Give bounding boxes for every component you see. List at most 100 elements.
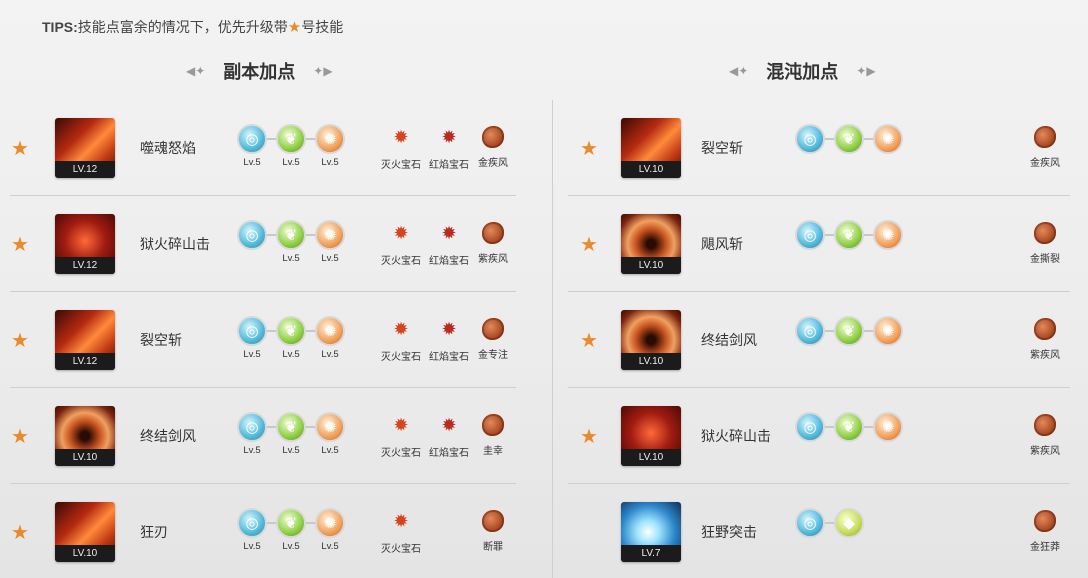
rune-slot[interactable]: ❦ Lv.5 [276, 124, 306, 168]
rune-green-icon[interactable]: ❦ [276, 412, 306, 442]
rune-orange-icon[interactable]: ✺ [315, 316, 345, 346]
skill-row[interactable]: ★ LV.12 噬魂怒焰 ◎ Lv.5 ❦ Lv.5 ✺ Lv.5 ✹ 灭火宝石 ✹ 红焰宝石 金疾风 [10, 100, 516, 196]
rune-green-icon[interactable]: ❦ [834, 124, 864, 154]
emblem-icon[interactable] [482, 222, 504, 244]
rune-slot[interactable]: ◎ Lv.5 [237, 316, 267, 360]
skill-row[interactable]: ★ LV.10 终结剑风 ◎ Lv.5 ❦ Lv.5 ✺ Lv.5 ✹ 灭火宝石 ✹ 红焰宝石 圭幸 [10, 388, 516, 484]
emblem-icon[interactable] [482, 318, 504, 340]
emblem-slot[interactable]: 紫疾风 [1021, 414, 1069, 457]
emblem-slot[interactable]: 断罪 [469, 510, 517, 553]
rune-green-icon[interactable]: ❦ [834, 412, 864, 442]
skill-icon[interactable]: LV.10 [55, 406, 115, 466]
gem-red-icon[interactable]: ✹ [437, 222, 461, 246]
emblem-slot[interactable]: 金疾风 [469, 126, 517, 169]
skill-icon[interactable]: LV.10 [621, 214, 681, 274]
rune-green-icon[interactable]: ❦ [276, 508, 306, 538]
skill-row[interactable]: ★ LV.12 裂空斩 ◎ Lv.5 ❦ Lv.5 ✺ Lv.5 ✹ 灭火宝石 ✹ 红焰宝石 金专注 [10, 292, 516, 388]
emblem-slot[interactable]: 金疾风 [1021, 126, 1069, 169]
skill-row[interactable]: ★ LV.10 终结剑风 ◎ ❦ ✺ 紫疾风 [568, 292, 1070, 388]
emblem-icon[interactable] [1034, 318, 1056, 340]
rune-slot[interactable]: ❦ [834, 316, 864, 346]
rune-orange-icon[interactable]: ✺ [315, 124, 345, 154]
gem-red-icon[interactable]: ✹ [437, 126, 461, 150]
gem-fire-icon[interactable]: ✹ [389, 510, 413, 534]
gem-slot[interactable]: ✹ 灭火宝石 [377, 510, 425, 556]
rune-slot[interactable]: ◎ [795, 124, 825, 154]
emblem-icon[interactable] [482, 414, 504, 436]
gem-slot[interactable]: ✹ 红焰宝石 [425, 318, 473, 364]
rune-blue-icon[interactable]: ◎ [237, 220, 267, 250]
rune-blue-icon[interactable]: ◎ [237, 412, 267, 442]
skill-icon[interactable]: LV.10 [621, 406, 681, 466]
rune-slot[interactable]: ✺ [873, 316, 903, 346]
rune-orange-icon[interactable]: ✺ [873, 220, 903, 250]
gem-slot[interactable]: ✹ 红焰宝石 [425, 126, 473, 172]
gem-red-icon[interactable]: ✹ [437, 414, 461, 438]
rune-slot[interactable]: ❦ Lv.5 [276, 220, 306, 264]
skill-row[interactable]: LV.7 狂野突击 ◎ ◆ 金狂莽 [568, 484, 1070, 578]
gem-fire-icon[interactable]: ✹ [389, 318, 413, 342]
emblem-slot[interactable]: 金撕裂 [1021, 222, 1069, 265]
rune-slot[interactable]: ◎ Lv.5 [237, 124, 267, 168]
skill-icon[interactable]: LV.10 [621, 310, 681, 370]
gem-red-icon[interactable]: ✹ [437, 318, 461, 342]
rune-slot[interactable]: ✺ [873, 124, 903, 154]
rune-slot[interactable]: ❦ [834, 220, 864, 250]
gem-slot[interactable]: ✹ 红焰宝石 [425, 414, 473, 460]
emblem-slot[interactable]: 圭幸 [469, 414, 517, 457]
rune-slot[interactable]: ❦ [834, 412, 864, 442]
rune-slot[interactable]: ✺ Lv.5 [315, 124, 345, 168]
rune-green-icon[interactable]: ❦ [834, 316, 864, 346]
skill-icon[interactable]: LV.12 [55, 118, 115, 178]
rune-slot[interactable]: ◆ [834, 508, 864, 538]
rune-blue-icon[interactable]: ◎ [795, 124, 825, 154]
rune-slot[interactable]: ◎ [795, 412, 825, 442]
rune-orange-icon[interactable]: ✺ [873, 412, 903, 442]
emblem-icon[interactable] [1034, 222, 1056, 244]
rune-slot[interactable]: ◎ [237, 220, 267, 253]
gem-slot[interactable]: ✹ 红焰宝石 [425, 222, 473, 268]
gem-fire-icon[interactable]: ✹ [389, 222, 413, 246]
emblem-slot[interactable]: 紫疾风 [1021, 318, 1069, 361]
skill-icon[interactable]: LV.12 [55, 310, 115, 370]
rune-blue-icon[interactable]: ◎ [795, 316, 825, 346]
skill-row[interactable]: ★ LV.10 飓风斩 ◎ ❦ ✺ 金撕裂 [568, 196, 1070, 292]
skill-row[interactable]: ★ LV.10 裂空斩 ◎ ❦ ✺ 金疾风 [568, 100, 1070, 196]
rune-slot[interactable]: ✺ Lv.5 [315, 412, 345, 456]
rune-slot[interactable]: ◎ Lv.5 [237, 508, 267, 552]
emblem-icon[interactable] [1034, 510, 1056, 532]
emblem-icon[interactable] [1034, 414, 1056, 436]
rune-yellowgreen-icon[interactable]: ◆ [834, 508, 864, 538]
rune-slot[interactable]: ◎ [795, 220, 825, 250]
rune-slot[interactable]: ❦ Lv.5 [276, 508, 306, 552]
rune-slot[interactable]: ✺ Lv.5 [315, 316, 345, 360]
rune-slot[interactable]: ◎ [795, 508, 825, 538]
rune-slot[interactable]: ◎ [795, 316, 825, 346]
gem-slot[interactable]: ✹ 灭火宝石 [377, 318, 425, 364]
gem-fire-icon[interactable]: ✹ [389, 414, 413, 438]
rune-green-icon[interactable]: ❦ [276, 316, 306, 346]
emblem-slot[interactable]: 紫疾风 [469, 222, 517, 265]
rune-green-icon[interactable]: ❦ [276, 124, 306, 154]
rune-orange-icon[interactable]: ✺ [315, 412, 345, 442]
skill-icon[interactable]: LV.10 [55, 502, 115, 562]
skill-icon[interactable]: LV.12 [55, 214, 115, 274]
gem-slot[interactable]: ✹ 灭火宝石 [377, 222, 425, 268]
skill-icon[interactable]: LV.7 [621, 502, 681, 562]
rune-blue-icon[interactable]: ◎ [237, 508, 267, 538]
rune-slot[interactable]: ✺ Lv.5 [315, 508, 345, 552]
gem-slot[interactable]: ✹ 灭火宝石 [377, 414, 425, 460]
emblem-icon[interactable] [1034, 126, 1056, 148]
rune-orange-icon[interactable]: ✺ [315, 220, 345, 250]
rune-blue-icon[interactable]: ◎ [795, 220, 825, 250]
rune-slot[interactable]: ✺ [873, 412, 903, 442]
rune-blue-icon[interactable]: ◎ [795, 508, 825, 538]
rune-slot[interactable]: ❦ Lv.5 [276, 316, 306, 360]
skill-row[interactable]: ★ LV.12 狱火碎山击 ◎ ❦ Lv.5 ✺ Lv.5 ✹ 灭火宝石 ✹ 红焰宝石 紫疾风 [10, 196, 516, 292]
rune-blue-icon[interactable]: ◎ [795, 412, 825, 442]
skill-row[interactable]: ★ LV.10 狂刃 ◎ Lv.5 ❦ Lv.5 ✺ Lv.5 ✹ 灭火宝石 断罪 [10, 484, 516, 578]
emblem-icon[interactable] [482, 510, 504, 532]
rune-orange-icon[interactable]: ✺ [873, 124, 903, 154]
emblem-slot[interactable]: 金专注 [469, 318, 517, 361]
rune-green-icon[interactable]: ❦ [834, 220, 864, 250]
